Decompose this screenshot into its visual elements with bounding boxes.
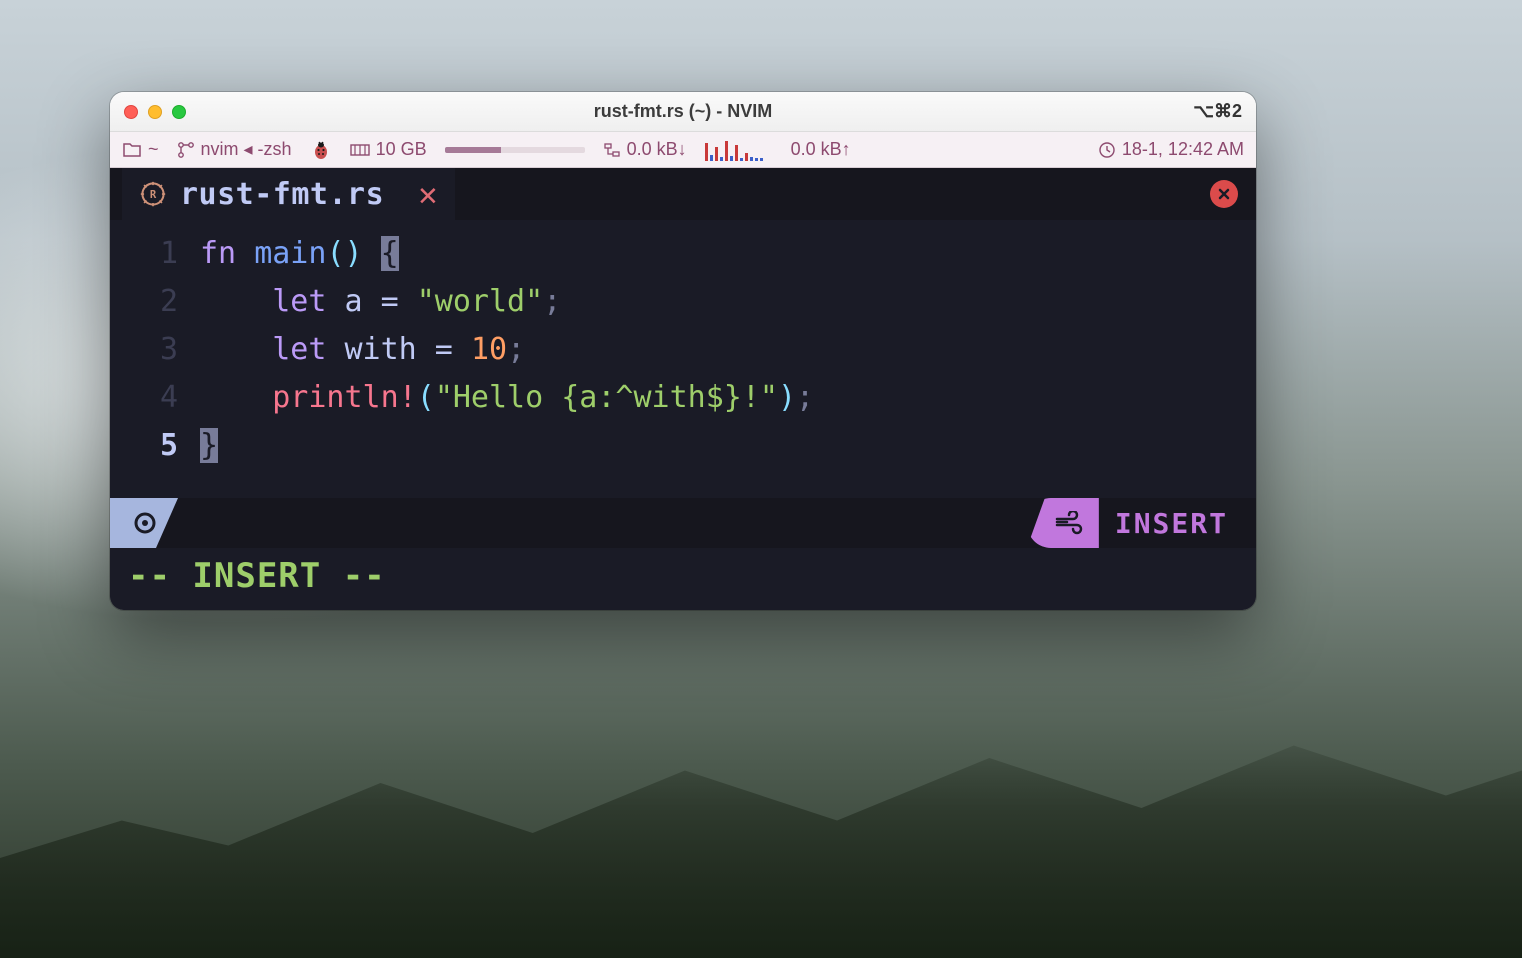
line-number: 4 — [110, 374, 200, 422]
line-content: let with = 10; — [200, 326, 1256, 374]
command-line[interactable]: -- INSERT -- — [110, 548, 1256, 610]
code-line: 3 let with = 10; — [110, 326, 1256, 374]
process-text: nvim ◂ -zsh — [201, 139, 292, 160]
branch-icon — [177, 141, 195, 159]
net-up-text: 0.0 kB↑ — [791, 139, 851, 160]
bug-icon — [310, 139, 332, 161]
tabbar-close-button[interactable] — [1210, 180, 1238, 208]
line-number: 2 — [110, 278, 200, 326]
close-window-button[interactable] — [124, 105, 138, 119]
line-content: } — [200, 422, 1256, 470]
datetime-text: 18-1, 12:42 AM — [1122, 139, 1244, 160]
window-title: rust-fmt.rs (~) - NVIM — [110, 101, 1256, 122]
clock-icon — [1098, 141, 1116, 159]
cwd-indicator: ~ — [122, 139, 159, 160]
maximize-window-button[interactable] — [172, 105, 186, 119]
traffic-lights — [124, 105, 186, 119]
memory-gauge — [445, 147, 585, 153]
line-number: 5 — [110, 422, 200, 470]
cwd-text: ~ — [148, 139, 159, 160]
line-number: 3 — [110, 326, 200, 374]
memory-indicator: 10 GB — [350, 139, 427, 160]
net-down-text: 0.0 kB↓ — [627, 139, 687, 160]
tab-filename: rust-fmt.rs — [180, 177, 384, 212]
code-line: 2 let a = "world"; — [110, 278, 1256, 326]
code-line: 4 println!("Hello {a:^with$}!"); — [110, 374, 1256, 422]
titlebar: rust-fmt.rs (~) - NVIM ⌥⌘2 — [110, 92, 1256, 132]
terminal-status-bar: ~ nvim ◂ -zsh 10 GB 0.0 kB↓ — [110, 132, 1256, 168]
line-content: fn main() { — [200, 230, 1256, 278]
net-sparkline: 0.0 kB↑ — [705, 139, 851, 161]
net-down-indicator: 0.0 kB↓ — [603, 139, 687, 160]
network-icon — [603, 141, 621, 159]
svg-text:R: R — [150, 189, 157, 201]
memory-icon — [350, 142, 370, 158]
mode-icon — [110, 498, 178, 548]
statusline-right: INSERT — [1027, 498, 1256, 548]
datetime-indicator: 18-1, 12:42 AM — [1098, 139, 1244, 160]
process-indicator: nvim ◂ -zsh — [177, 139, 292, 160]
tab-bar: R rust-fmt.rs ✕ — [110, 168, 1256, 220]
mode-label: INSERT — [1099, 507, 1256, 540]
minimize-window-button[interactable] — [148, 105, 162, 119]
folder-icon — [122, 142, 142, 158]
tab-close-icon[interactable]: ✕ — [418, 175, 437, 213]
code-line: 1fn main() { — [110, 230, 1256, 278]
code-line: 5} — [110, 422, 1256, 470]
file-tab[interactable]: R rust-fmt.rs ✕ — [122, 168, 455, 220]
editor: R rust-fmt.rs ✕ 1fn main() {2 let a = "w… — [110, 168, 1256, 610]
terminal-window: rust-fmt.rs (~) - NVIM ⌥⌘2 ~ nvim ◂ -zsh… — [110, 92, 1256, 610]
line-content: let a = "world"; — [200, 278, 1256, 326]
rust-icon: R — [140, 181, 166, 207]
code-area[interactable]: 1fn main() {2 let a = "world";3 let with… — [110, 220, 1256, 498]
line-content: println!("Hello {a:^with$}!"); — [200, 374, 1256, 422]
statusline: INSERT — [110, 498, 1256, 548]
wind-icon — [1055, 511, 1085, 535]
wind-indicator — [1027, 498, 1099, 548]
memory-text: 10 GB — [376, 139, 427, 160]
statusline-left — [110, 498, 178, 548]
window-shortcut-label: ⌥⌘2 — [1193, 101, 1242, 122]
line-number: 1 — [110, 230, 200, 278]
